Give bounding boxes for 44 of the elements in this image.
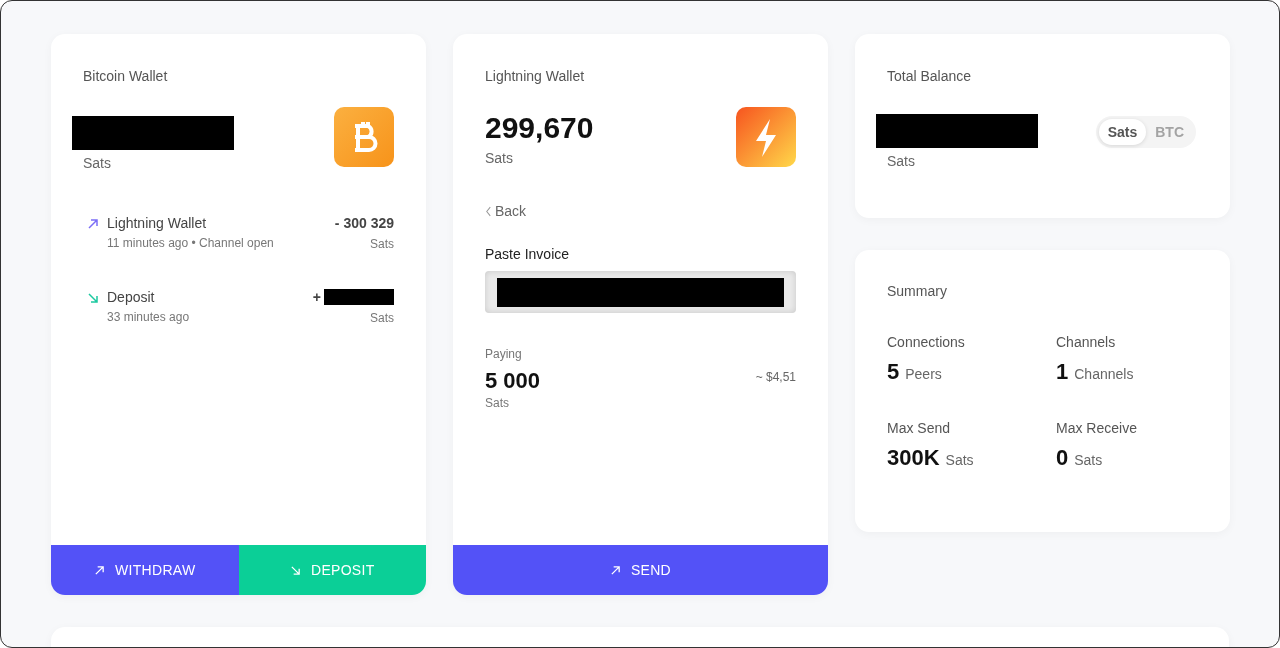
card-title: Total Balance	[887, 68, 973, 84]
stat-unit: Sats	[945, 452, 974, 468]
fiat-amount: ~ $4,51	[755, 370, 796, 384]
amount-unit: Sats	[370, 237, 394, 251]
balance-unit: Sats	[485, 150, 514, 166]
balance-unit: Sats	[887, 153, 916, 169]
toggle-option[interactable]: Sats	[1098, 119, 1147, 145]
transaction-title: Deposit	[107, 289, 156, 305]
back-link[interactable]: Back	[485, 203, 796, 219]
transaction-amount: - 300 329	[334, 215, 394, 231]
up-right-arrow-icon	[94, 564, 106, 576]
lightning-logo-icon	[736, 107, 796, 167]
transaction-amount: +	[312, 289, 321, 305]
stat-label: Channels	[1056, 334, 1117, 350]
withdraw-button[interactable]: WITHDRAW	[51, 545, 239, 595]
transaction-time: 33 minutes ago	[107, 310, 191, 324]
bitcoin-logo-icon	[334, 107, 394, 167]
transaction-time: 11 minutes ago • Channel open	[107, 236, 275, 250]
paying-unit: Sats	[485, 396, 510, 410]
stat-unit: Peers	[905, 366, 942, 382]
stat-label: Max Receive	[1056, 420, 1138, 436]
stat-unit: Channels	[1074, 366, 1134, 382]
balance-amount: 299,670	[485, 111, 594, 145]
down-right-arrow-icon	[289, 564, 301, 576]
transaction-title: Lightning Wallet	[107, 215, 208, 231]
stat-unit: Sats	[1074, 452, 1103, 468]
chevron-left-icon	[485, 205, 492, 217]
stat-value: 5	[887, 359, 900, 385]
send-button[interactable]: SEND	[453, 545, 828, 595]
paying-amount: 5 000	[485, 368, 541, 394]
card-title: Lightning Wallet	[485, 68, 586, 84]
up-right-arrow-icon	[609, 564, 621, 576]
paying-label: Paying	[485, 347, 523, 361]
invoice-label: Paste Invoice	[485, 246, 571, 262]
stat-value: 0	[1056, 445, 1069, 471]
stat-value: 1	[1056, 359, 1069, 385]
stat-label: Max Send	[887, 420, 952, 436]
card-title: Bitcoin Wallet	[83, 68, 169, 84]
amount-unit: Sats	[370, 311, 394, 325]
invoice-field[interactable]	[485, 271, 796, 313]
balance-unit: Sats	[83, 155, 112, 171]
stat-value: 300K	[887, 445, 940, 471]
stat-label: Connections	[887, 334, 966, 350]
card-title: Summary	[887, 283, 948, 299]
